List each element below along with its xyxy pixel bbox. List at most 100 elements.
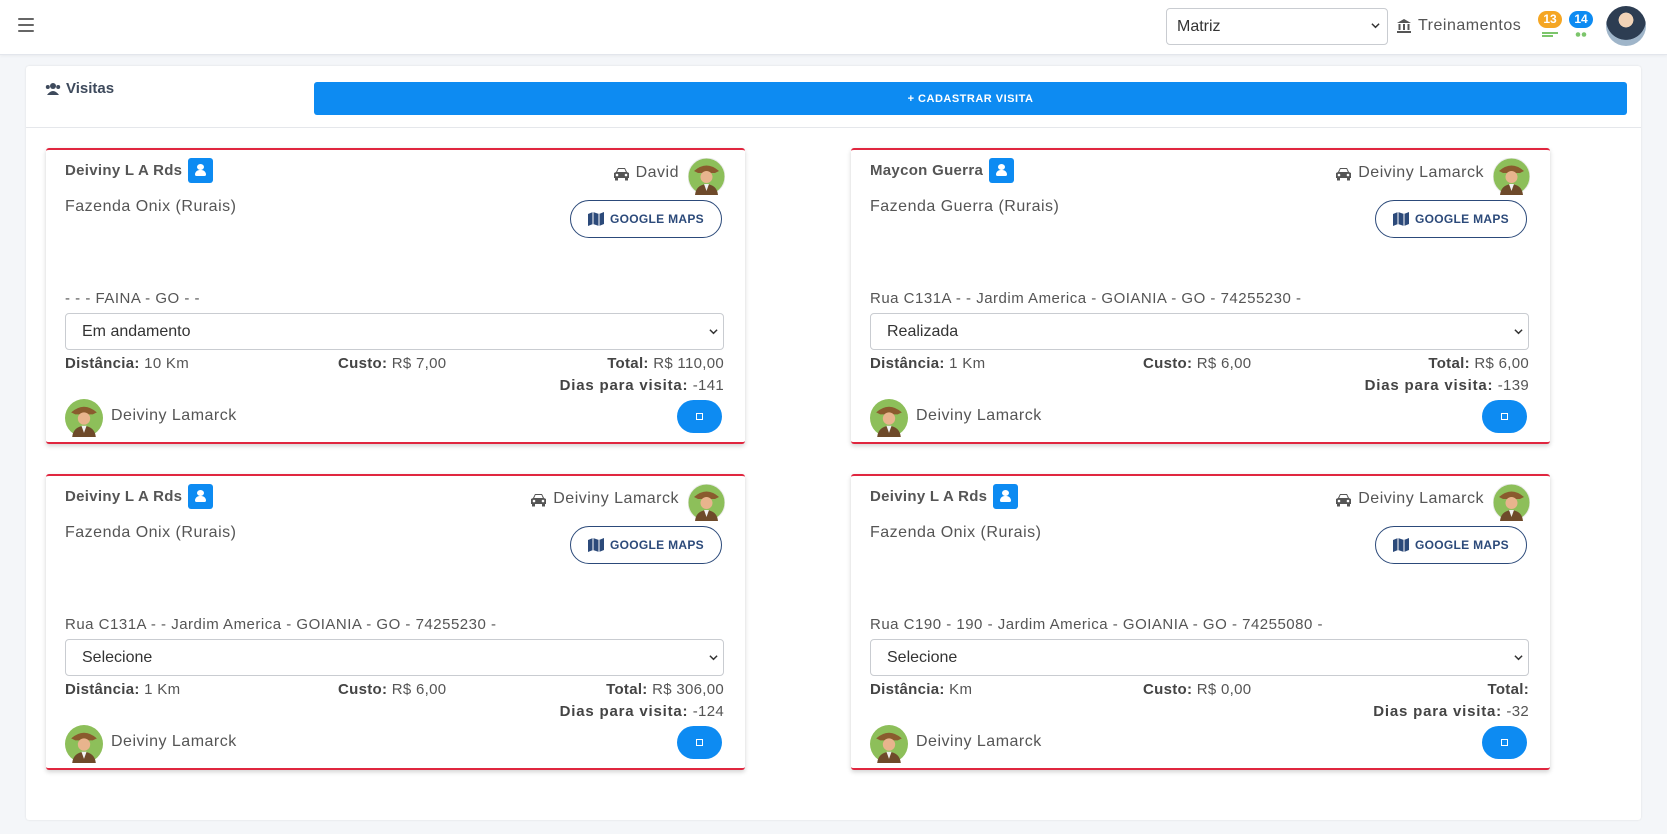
driver-name: David [635, 164, 679, 181]
owner-avatar [65, 725, 103, 763]
visit-client: Deiviny L A Rds [65, 484, 214, 509]
visit-status-select[interactable]: Selecione [65, 639, 724, 676]
visit-cost: Custo: R$ 6,00 [338, 681, 446, 698]
owner-avatar [870, 399, 908, 437]
client-user-button[interactable] [188, 158, 214, 183]
branch-select[interactable]: Matriz [1166, 8, 1388, 45]
trainings-link[interactable]: Treinamentos [1396, 17, 1521, 35]
days-label: Dias para visita: [559, 377, 689, 394]
visit-distance: Distância: 10 Km [65, 355, 189, 372]
visit-cost: Custo: R$ 7,00 [338, 355, 446, 372]
users-notification[interactable]: 14 [1565, 10, 1595, 40]
driver-name: Deiviny Lamarck [1358, 490, 1484, 507]
client-name: Deiviny L A Rds [65, 488, 183, 505]
visit-days: Dias para visita: -139 [1365, 377, 1529, 394]
tasks-notification[interactable]: 13 [1534, 10, 1564, 40]
cost-label: Custo: [338, 355, 388, 372]
hamburger-menu-icon[interactable] [18, 18, 34, 32]
client-name: Deiviny L A Rds [870, 488, 988, 505]
car-icon [613, 167, 629, 180]
owner-name: Deiviny Lamarck [916, 407, 1042, 424]
cost-value: R$ 6,00 [391, 681, 447, 698]
visit-card: Deiviny L A Rds Deiviny Lamarck Fazenda … [46, 474, 745, 770]
panel-title-label: Visitas [66, 80, 115, 97]
visit-status-select[interactable]: Em andamento [65, 313, 724, 350]
days-label: Dias para visita: [559, 703, 689, 720]
google-maps-button[interactable]: GOOGLE MAPS [1375, 526, 1527, 564]
distance-label: Distância: [65, 681, 140, 698]
driver-avatar [688, 158, 725, 195]
visit-days: Dias para visita: -141 [560, 377, 724, 394]
farm-name: Fazenda Guerra (Rurais) [870, 198, 1060, 215]
google-maps-button[interactable]: GOOGLE MAPS [570, 200, 722, 238]
car-icon [1336, 493, 1352, 506]
owner-name: Deiviny Lamarck [111, 733, 237, 750]
google-maps-label: GOOGLE MAPS [1415, 212, 1509, 226]
driver-name: Deiviny Lamarck [1358, 164, 1484, 181]
visit-cost: Custo: R$ 0,00 [1143, 681, 1251, 698]
farm-name: Fazenda Onix (Rurais) [65, 198, 237, 215]
driver-name: Deiviny Lamarck [553, 490, 679, 507]
google-maps-button[interactable]: GOOGLE MAPS [570, 526, 722, 564]
panel-header: Visitas + CADASTRAR VISITA [26, 66, 1641, 128]
visit-address: Rua C190 - 190 - Jardim America - GOIANI… [870, 616, 1324, 633]
distance-label: Distância: [870, 355, 945, 372]
visit-days: Dias para visita: -32 [1373, 703, 1529, 720]
visit-driver: Deiviny Lamarck [1335, 490, 1484, 508]
client-user-button[interactable] [188, 484, 214, 509]
client-user-button[interactable] [993, 484, 1019, 509]
top-navbar: Matriz Treinamentos 13 14 [0, 0, 1667, 55]
user-avatar[interactable] [1606, 6, 1646, 46]
days-label: Dias para visita: [1364, 377, 1494, 394]
notification-badge: 13 [1538, 11, 1562, 28]
cost-label: Custo: [338, 681, 388, 698]
days-value: -32 [1506, 703, 1529, 720]
visit-days: Dias para visita: -124 [560, 703, 724, 720]
total-label: Total: [607, 355, 649, 372]
visit-total: Total: R$ 6,00 [1428, 355, 1529, 372]
visit-total: Total: R$ 110,00 [607, 355, 724, 372]
car-icon [531, 493, 547, 506]
visit-client: Maycon Guerra [870, 158, 1015, 183]
cost-value: R$ 6,00 [1196, 355, 1252, 372]
visit-driver: Deiviny Lamarck [1335, 164, 1484, 182]
visit-status-select[interactable]: Selecione [870, 639, 1529, 676]
visit-card: Maycon Guerra Deiviny Lamarck Fazenda Gu… [851, 148, 1550, 444]
distance-value: 1 Km [144, 681, 181, 698]
visit-total: Total: [1487, 681, 1529, 698]
visit-distance: Distância: 1 Km [65, 681, 180, 698]
distance-label: Distância: [65, 355, 140, 372]
users-icon [1575, 32, 1587, 37]
farm-name: Fazenda Onix (Rurais) [65, 524, 237, 541]
distance-value: Km [949, 681, 973, 698]
visit-driver: Deiviny Lamarck [530, 490, 679, 508]
car-icon [1336, 167, 1352, 180]
add-visit-button[interactable]: + CADASTRAR VISITA [314, 82, 1627, 115]
driver-avatar [688, 484, 725, 521]
visit-client: Deiviny L A Rds [870, 484, 1019, 509]
visit-action-button[interactable] [1482, 726, 1527, 759]
days-value: -124 [692, 703, 724, 720]
visit-action-button[interactable] [1482, 400, 1527, 433]
visit-action-button[interactable] [677, 400, 722, 433]
visit-address: Rua C131A - - Jardim America - GOIANIA -… [65, 616, 497, 633]
client-name: Maycon Guerra [870, 162, 984, 179]
visit-distance: Distância: 1 Km [870, 355, 985, 372]
visit-address: - - - FAINA - GO - - [65, 290, 200, 307]
farm-name: Fazenda Onix (Rurais) [870, 524, 1042, 541]
cost-value: R$ 0,00 [1196, 681, 1252, 698]
days-value: -141 [692, 377, 724, 394]
google-maps-label: GOOGLE MAPS [610, 212, 704, 226]
visit-action-button[interactable] [677, 726, 722, 759]
driver-avatar [1493, 158, 1530, 195]
total-value: R$ 110,00 [653, 355, 724, 372]
visit-total: Total: R$ 306,00 [606, 681, 724, 698]
notification-badge: 14 [1569, 11, 1593, 28]
client-user-button[interactable] [989, 158, 1015, 183]
google-maps-label: GOOGLE MAPS [1415, 538, 1509, 552]
distance-value: 10 Km [144, 355, 190, 372]
total-label: Total: [1428, 355, 1470, 372]
visit-status-select[interactable]: Realizada [870, 313, 1529, 350]
google-maps-button[interactable]: GOOGLE MAPS [1375, 200, 1527, 238]
owner-avatar [870, 725, 908, 763]
